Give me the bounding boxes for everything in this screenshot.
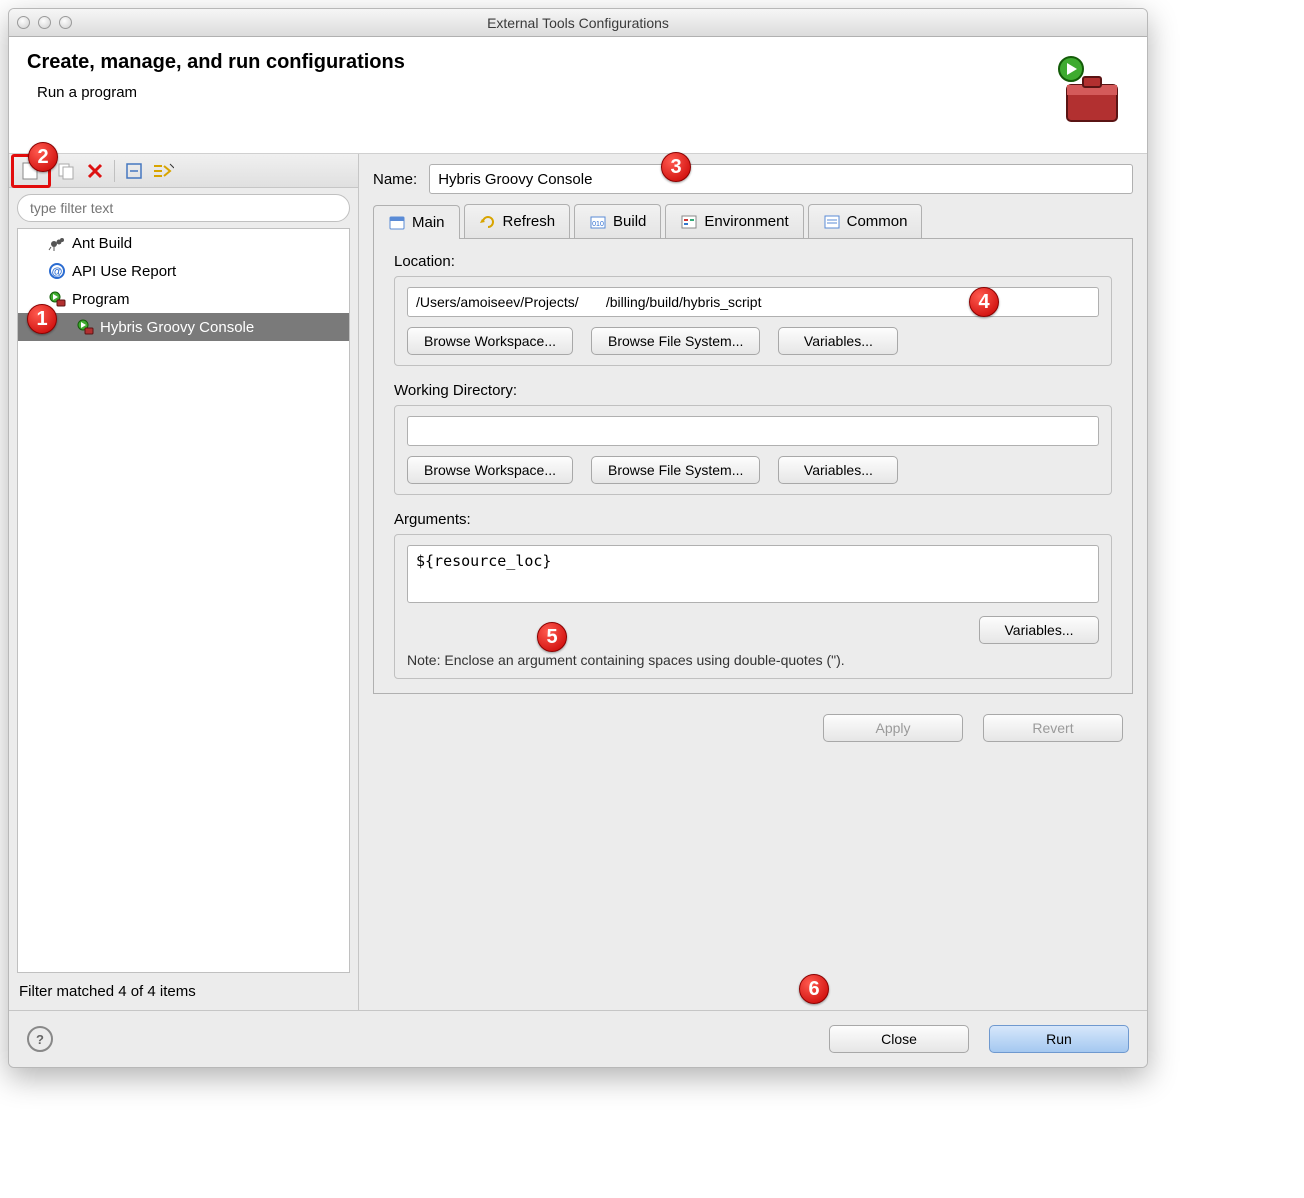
tree-item-label: Hybris Groovy Console <box>100 319 254 336</box>
program-icon <box>76 318 94 336</box>
titlebar: External Tools Configurations <box>9 9 1147 37</box>
environment-tab-icon <box>680 213 698 231</box>
location-group: Location: Browse Workspace... Browse Fil… <box>388 253 1118 366</box>
workdir-browse-filesystem-button[interactable]: Browse File System... <box>591 456 760 484</box>
tab-label: Build <box>613 213 646 230</box>
tab-environment[interactable]: Environment <box>665 204 803 238</box>
annotation-badge-2: 2 <box>28 142 58 172</box>
location-browse-filesystem-button[interactable]: Browse File System... <box>591 327 760 355</box>
tree-item-program[interactable]: Program <box>18 285 349 313</box>
working-directory-input[interactable] <box>407 416 1099 446</box>
annotation-badge-3: 3 <box>661 152 691 182</box>
apply-button[interactable]: Apply <box>823 714 963 742</box>
banner-subheading: Run a program <box>37 84 405 101</box>
minimize-window-button[interactable] <box>38 16 51 29</box>
annotation-badge-5: 5 <box>537 622 567 652</box>
svg-text:@: @ <box>52 266 63 278</box>
name-input[interactable] <box>429 164 1133 194</box>
tab-label: Main <box>412 214 445 231</box>
arguments-input[interactable] <box>407 545 1099 603</box>
toolbar <box>9 154 358 188</box>
annotation-badge-4: 4 <box>969 287 999 317</box>
refresh-tab-icon <box>479 213 497 231</box>
tree-item-label: API Use Report <box>72 263 176 280</box>
right-panel: Name: Main Refresh 010 Build E <box>359 154 1147 1010</box>
location-label: Location: <box>394 253 1112 270</box>
tab-refresh[interactable]: Refresh <box>464 204 571 238</box>
workdir-variables-button[interactable]: Variables... <box>778 456 898 484</box>
delete-config-button[interactable] <box>81 158 109 184</box>
tree-item-ant-build[interactable]: Ant Build <box>18 229 349 257</box>
tree-item-api-use-report[interactable]: @ API Use Report <box>18 257 349 285</box>
config-tree[interactable]: Ant Build @ API Use Report Program Hybri… <box>17 228 350 973</box>
annotation-badge-1: 1 <box>27 304 57 334</box>
content: Ant Build @ API Use Report Program Hybri… <box>9 154 1147 1010</box>
toolbar-separator <box>114 160 115 182</box>
revert-button[interactable]: Revert <box>983 714 1123 742</box>
workdir-browse-workspace-button[interactable]: Browse Workspace... <box>407 456 573 484</box>
tab-main[interactable]: Main <box>373 205 460 239</box>
ant-icon <box>48 234 66 252</box>
name-label: Name: <box>373 171 417 188</box>
tree-item-label: Program <box>72 291 130 308</box>
main-tab-icon <box>388 214 406 232</box>
tab-build[interactable]: 010 Build <box>574 204 661 238</box>
zoom-window-button[interactable] <box>59 16 72 29</box>
svg-text:010: 010 <box>592 221 604 228</box>
banner: Create, manage, and run configurations R… <box>9 37 1147 154</box>
tab-bar: Main Refresh 010 Build Environment Commo… <box>373 204 1133 239</box>
apply-revert-row: Apply Revert <box>373 694 1133 746</box>
window-controls <box>17 16 72 29</box>
tab-label: Environment <box>704 213 788 230</box>
collapse-all-button[interactable] <box>120 158 148 184</box>
location-variables-button[interactable]: Variables... <box>778 327 898 355</box>
arguments-variables-button[interactable]: Variables... <box>979 616 1099 644</box>
close-window-button[interactable] <box>17 16 30 29</box>
tree-item-label: Ant Build <box>72 235 132 252</box>
dialog-window: External Tools Configurations Create, ma… <box>8 8 1148 1068</box>
left-panel: Ant Build @ API Use Report Program Hybri… <box>9 154 359 1010</box>
run-button[interactable]: Run <box>989 1025 1129 1053</box>
tab-label: Common <box>847 213 908 230</box>
common-tab-icon <box>823 213 841 231</box>
annotation-badge-6: 6 <box>799 974 829 1004</box>
filter-input[interactable] <box>17 194 350 222</box>
arguments-note: Note: Enclose an argument containing spa… <box>407 652 1099 668</box>
arguments-label: Arguments: <box>394 511 1112 528</box>
window-title: External Tools Configurations <box>9 15 1147 31</box>
location-browse-workspace-button[interactable]: Browse Workspace... <box>407 327 573 355</box>
banner-heading: Create, manage, and run configurations <box>27 51 405 74</box>
tab-common[interactable]: Common <box>808 204 923 238</box>
arguments-group: Arguments: Variables... Note: Enclose an… <box>388 511 1118 679</box>
filter-button[interactable] <box>149 158 177 184</box>
at-icon: @ <box>48 262 66 280</box>
help-button[interactable]: ? <box>27 1026 53 1052</box>
close-button[interactable]: Close <box>829 1025 969 1053</box>
tree-item-hybris-groovy-console[interactable]: Hybris Groovy Console <box>18 313 349 341</box>
footer: ? Close Run <box>9 1010 1147 1067</box>
build-tab-icon: 010 <box>589 213 607 231</box>
working-directory-group: Working Directory: Browse Workspace... B… <box>388 382 1118 495</box>
working-directory-label: Working Directory: <box>394 382 1112 399</box>
tab-label: Refresh <box>503 213 556 230</box>
tab-body-main: Location: Browse Workspace... Browse Fil… <box>373 239 1133 694</box>
program-icon <box>48 290 66 308</box>
filter-status: Filter matched 4 of 4 items <box>9 973 358 1010</box>
banner-icon <box>1049 51 1129 131</box>
